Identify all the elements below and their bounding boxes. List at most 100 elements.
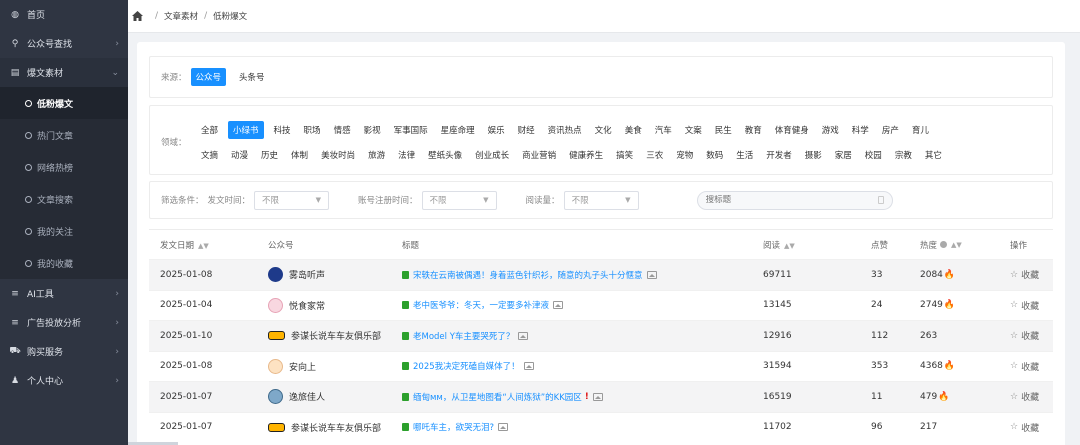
favorite-button[interactable]: ☆ 收藏 <box>1010 329 1039 343</box>
domain-tag[interactable]: 美妆时尚 <box>318 146 358 164</box>
title-search-input[interactable] <box>705 195 856 205</box>
domain-tag[interactable]: 家居 <box>832 146 855 164</box>
cell-account[interactable]: 参谋长说车车友俱乐部 <box>268 329 381 342</box>
submenu-item-web-hotlist[interactable]: 网络热榜 <box>0 151 128 183</box>
domain-tag[interactable]: 职场 <box>301 121 324 139</box>
domain-tag[interactable]: 文摘 <box>198 146 221 164</box>
cell-account[interactable]: 悦食家常 <box>268 297 325 313</box>
cell-title[interactable]: 老中医爷爷：冬天，一定要多补津液 <box>402 299 564 311</box>
sidebar-item-profile[interactable]: ♟ 个人中心 › <box>0 366 128 395</box>
domain-tag[interactable]: 文化 <box>592 121 615 139</box>
domain-tag[interactable]: 影视 <box>361 121 384 139</box>
sort-icon: ▲▼ <box>951 240 962 249</box>
domain-tag[interactable]: 星座命理 <box>438 121 478 139</box>
cell-title[interactable]: 缅甸ᴍᴍ，从卫星地图看“人间炼狱”的KK园区! <box>402 391 603 403</box>
cell-title[interactable]: 哪吒车主，欲哭无泪? <box>402 421 509 433</box>
domain-tag[interactable]: 宠物 <box>673 146 696 164</box>
cell-title[interactable]: 2025我决定死磕自媒体了！ <box>402 360 534 372</box>
favorite-button[interactable]: ☆ 收藏 <box>1010 360 1039 373</box>
domain-tag[interactable]: 娱乐 <box>485 121 508 139</box>
domain-tag[interactable]: 三农 <box>643 146 666 164</box>
domain-tag[interactable]: 商业营销 <box>519 146 559 164</box>
cell-account[interactable]: 参谋长说车车友俱乐部 <box>268 421 381 434</box>
domain-tag[interactable]: 动漫 <box>228 146 251 164</box>
article-title-link[interactable]: 哪吒车主，欲哭无泪? <box>413 421 494 433</box>
domain-tag[interactable]: 健康养生 <box>566 146 606 164</box>
domain-tag[interactable]: 校园 <box>862 146 885 164</box>
article-title-link[interactable]: 缅甸ᴍᴍ，从卫星地图看“人间炼狱”的KK园区 <box>413 391 582 403</box>
sidebar-item-home[interactable]: ◍ 首页 <box>0 0 128 29</box>
sidebar-item-viral-materials[interactable]: ▤ 爆文素材 ⌄ <box>0 58 128 87</box>
cell-account[interactable]: 雾岛听声 <box>268 267 325 283</box>
favorite-button[interactable]: ☆ 收藏 <box>1010 421 1039 434</box>
article-title-link[interactable]: 2025我决定死磕自媒体了！ <box>413 360 520 372</box>
sidebar-item-ad-analysis[interactable]: ≡ 广告投放分析 › <box>0 308 128 337</box>
sidebar-item-ai-tools[interactable]: ≡ AI工具 › <box>0 279 128 308</box>
clear-icon[interactable] <box>877 196 884 204</box>
domain-tag[interactable]: 搞笑 <box>613 146 636 164</box>
submenu-item-hot-articles[interactable]: 热门文章 <box>0 119 128 151</box>
domain-tag[interactable]: 科技 <box>271 121 294 139</box>
domain-tag[interactable]: 开发者 <box>763 146 795 164</box>
domain-tag[interactable]: 历史 <box>258 146 281 164</box>
domain-tag[interactable]: 科学 <box>849 121 872 139</box>
domain-tag[interactable]: 宗教 <box>892 146 915 164</box>
domain-tag[interactable]: 文案 <box>682 121 705 139</box>
fire-icon: 🔥 <box>943 269 956 280</box>
domain-tag[interactable]: 民生 <box>712 121 735 139</box>
domain-tag[interactable]: 体制 <box>288 146 311 164</box>
domain-tag[interactable]: 游戏 <box>819 121 842 139</box>
publish-time-select[interactable]: 不限 ▼ <box>254 190 330 210</box>
submenu-item-low-fan-viral[interactable]: 低粉爆文 <box>0 87 128 119</box>
breadcrumb-item-materials[interactable]: 文章素材 <box>164 10 198 22</box>
source-option-wechat[interactable]: 公众号 <box>190 68 227 86</box>
table-row: 2025-01-07 逸旅佳人 缅甸ᴍᴍ，从卫星地图看“人间炼狱”的KK园区! 165… <box>149 381 1053 412</box>
avatar <box>268 358 283 374</box>
circle-icon <box>25 131 32 139</box>
book-icon <box>402 270 409 279</box>
domain-tag[interactable]: 军事国际 <box>391 121 431 139</box>
submenu-item-my-follows[interactable]: 我的关注 <box>0 215 128 247</box>
sidebar-item-account-search[interactable]: ⚲ 公众号查找 › <box>0 29 128 58</box>
favorite-button[interactable]: ☆ 收藏 <box>1010 268 1039 282</box>
cell-title[interactable]: 宋轶在云南被偶遇！身着蓝色针织衫，随意的丸子头十分惬意 <box>402 269 657 281</box>
article-title-link[interactable]: 老中医爷爷：冬天，一定要多补津液 <box>413 299 549 311</box>
domain-tag[interactable]: 体育健身 <box>772 121 812 139</box>
source-option-toutiao[interactable]: 头条号 <box>234 68 270 86</box>
domain-tag[interactable]: 生活 <box>733 146 756 164</box>
domain-tag[interactable]: 全部 <box>198 121 221 139</box>
cell-account[interactable]: 安向上 <box>268 358 316 374</box>
home-icon[interactable] <box>132 11 143 21</box>
domain-tag[interactable]: 旅游 <box>365 146 388 164</box>
col-date[interactable]: 发文日期 ▲▼ <box>160 239 209 251</box>
domain-tag[interactable]: 美食 <box>622 121 645 139</box>
domain-tag[interactable]: 小绿书 <box>228 121 264 139</box>
domain-tag[interactable]: 法律 <box>395 146 418 164</box>
domain-tag[interactable]: 壁纸头像 <box>425 146 465 164</box>
domain-tag[interactable]: 房产 <box>879 121 902 139</box>
cell-title[interactable]: 老Model Y车主要哭死了？ <box>402 330 529 342</box>
domain-tag[interactable]: 摄影 <box>802 146 825 164</box>
sidebar-item-purchase[interactable]: ⛟ 购买服务 › <box>0 337 128 366</box>
read-count-select[interactable]: 不限 ▼ <box>563 190 639 210</box>
domain-tag[interactable]: 财经 <box>515 121 538 139</box>
register-time-select[interactable]: 不限 ▼ <box>421 190 497 210</box>
col-heat[interactable]: 热度 ▲▼ <box>920 239 962 251</box>
article-title-link[interactable]: 宋轶在云南被偶遇！身着蓝色针织衫，随意的丸子头十分惬意 <box>413 269 643 281</box>
domain-tag[interactable]: 汽车 <box>652 121 675 139</box>
submenu-item-my-favorites[interactable]: 我的收藏 <box>0 247 128 279</box>
domain-tag[interactable]: 创业成长 <box>472 146 512 164</box>
cell-account[interactable]: 逸旅佳人 <box>268 389 325 405</box>
domain-tag[interactable]: 教育 <box>742 121 765 139</box>
favorite-button[interactable]: ☆ 收藏 <box>1010 299 1039 312</box>
col-reads[interactable]: 阅读 ▲▼ <box>763 239 795 251</box>
domain-tag[interactable]: 其它 <box>922 146 945 164</box>
domain-tag[interactable]: 育儿 <box>909 121 932 139</box>
submenu-item-article-search[interactable]: 文章搜索 <box>0 183 128 215</box>
domain-tag[interactable]: 资讯热点 <box>545 121 585 139</box>
domain-tag[interactable]: 情感 <box>331 121 354 139</box>
domain-tag[interactable]: 数码 <box>703 146 726 164</box>
article-title-link[interactable]: 老Model Y车主要哭死了？ <box>413 330 514 342</box>
cell-heat: 479 🔥 <box>920 391 950 402</box>
favorite-button[interactable]: ☆ 收藏 <box>1010 390 1039 404</box>
